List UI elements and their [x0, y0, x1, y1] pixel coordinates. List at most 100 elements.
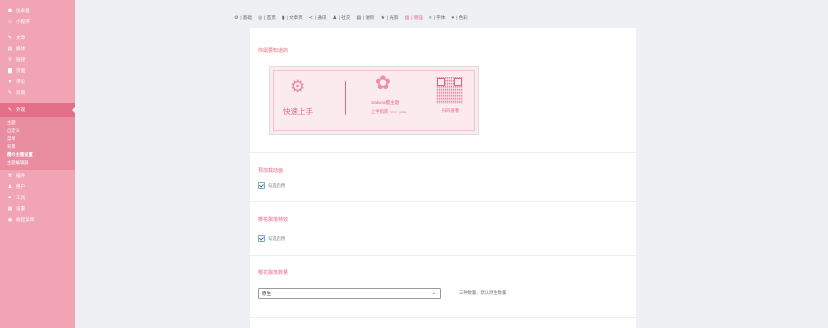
preload-checkbox[interactable]: [258, 182, 265, 189]
sidebar-item-label: 链接: [16, 56, 26, 62]
sakura-effect-checkbox-row[interactable]: 勾选启用: [258, 235, 285, 242]
section-title-sakura-count: 樱花飘落数量: [258, 270, 289, 276]
sidebar-item-label: 反馈: [16, 89, 26, 95]
tab-enhance[interactable]: ▥ | 增强: [405, 15, 423, 21]
admin-sidebar: ☗ 仪表盘 ◇ 小程序 ✎ 文章 ▤ 媒体 ⚲ 链接 ▇ 页面 ▼ 评论 ✎ 反…: [0, 0, 76, 328]
tab-basic[interactable]: ⚙ | 基础: [234, 15, 252, 21]
options-tab-bar: ⚙ | 基础 ◎ | 首页 ▮ | 文章页 ≺ | 通讯 ♟ | 社交 ▤ | …: [234, 15, 474, 21]
submenu-item-menus[interactable]: 菜单: [0, 135, 75, 143]
banner-brand-text: Sakura樱主题: [371, 100, 400, 105]
font-icon: ≡: [428, 15, 432, 21]
sidebar-item-label: 媒体: [16, 45, 26, 51]
page-icon: ▇: [8, 67, 12, 74]
sidebar-item-pages[interactable]: ▇ 页面: [0, 65, 75, 76]
tab-color[interactable]: ♥ | 色彩: [451, 15, 468, 21]
submenu-item-theme-editor[interactable]: 主题编辑器: [0, 159, 75, 167]
sidebar-item-links[interactable]: ⚲ 链接: [0, 54, 75, 65]
select-hint: 三种数量，默认原生数量: [459, 290, 507, 295]
sakura-count-select[interactable]: 原生 ⌄: [258, 288, 441, 299]
comment-icon: ▼: [7, 78, 13, 85]
banner-start-text: 快速上手: [283, 107, 313, 116]
sidebar-item-label: 仪表盘: [16, 7, 30, 13]
tools-icon: ✒: [7, 194, 13, 201]
tab-label: | 字体: [433, 15, 446, 20]
sidebar-item-label: 收起菜单: [16, 216, 35, 222]
submenu-item-sakura-options[interactable]: 樱の主题设置: [0, 151, 75, 159]
tab-social[interactable]: ♟ | 社交: [332, 15, 350, 21]
tab-label: | 进阶: [362, 15, 375, 20]
tab-label: | 社交: [338, 15, 351, 20]
banner-divider: [345, 81, 346, 115]
article-icon: ▮: [281, 15, 285, 21]
appearance-submenu: 主题 自定义 菜单 背景 樱の主题设置 主题编辑器: [0, 117, 75, 170]
select-value: 原生: [262, 290, 272, 296]
submenu-item-background[interactable]: 背景: [0, 143, 75, 151]
gear-icon: ⚙: [234, 15, 239, 21]
tab-label: | 增强: [411, 15, 423, 20]
section-divider: [250, 317, 636, 318]
checkbox-label: 勾选启用: [268, 182, 286, 188]
submenu-item-customize[interactable]: 自定义: [0, 127, 75, 135]
banner-subtitle-main: 上手指南: [371, 109, 389, 114]
tab-advanced[interactable]: ▤ | 进阶: [356, 15, 374, 21]
media-icon: ▤: [7, 45, 13, 52]
sidebar-item-dashboard[interactable]: ☗ 仪表盘: [0, 5, 75, 16]
sidebar-item-label: 用户: [16, 183, 26, 189]
star-icon: ★: [380, 15, 385, 21]
tab-label: | 文章页: [286, 15, 303, 20]
quickstart-banner[interactable]: ⚙ 快速上手 ✿ Sakura樱主题 上手指南 V3.0 · guide 扫码查看: [269, 66, 479, 135]
tab-communication[interactable]: ≺ | 通讯: [309, 15, 327, 21]
tab-label: | 基础: [240, 15, 252, 20]
miniprogram-icon: ◇: [8, 18, 12, 25]
section-divider: [250, 152, 636, 153]
section-title-notice: 你需要知道的: [258, 48, 289, 54]
link-icon: ⚲: [8, 56, 12, 63]
tab-label: | 首页: [264, 15, 276, 20]
section-title-sakura-effect: 樱花飘落特效: [258, 217, 289, 223]
sidebar-item-settings[interactable]: ▦ 设置: [0, 203, 75, 214]
qr-code-icon: [436, 77, 463, 104]
color-icon: ♥: [451, 15, 455, 21]
sidebar-item-appearance[interactable]: ✎ 外观: [0, 103, 76, 117]
sidebar-item-comments[interactable]: ▼ 评论: [0, 76, 75, 87]
sidebar-item-miniprogram[interactable]: ◇ 小程序: [0, 16, 75, 27]
tab-light[interactable]: ★ | 光影: [381, 15, 399, 21]
sidebar-item-label: 页面: [16, 67, 26, 73]
tab-home[interactable]: ◎ | 首页: [258, 15, 276, 21]
sidebar-item-media[interactable]: ▤ 媒体: [0, 43, 75, 54]
sidebar-item-tools[interactable]: ✒ 工具: [0, 192, 75, 203]
submenu-item-themes[interactable]: 主题: [0, 119, 75, 127]
grid-icon: ▥: [404, 15, 410, 21]
preload-checkbox-row[interactable]: 勾选启用: [258, 182, 285, 189]
banner-subtitle: 上手指南 V3.0 · guide: [371, 109, 406, 115]
section-divider: [250, 201, 636, 202]
banner-qr-text: 扫码查看: [442, 108, 460, 113]
sidebar-item-label: 设置: [16, 205, 26, 211]
section-title-preload: 预加载动画: [258, 168, 284, 174]
sidebar-item-label: 文章: [16, 34, 26, 40]
section-divider: [250, 255, 636, 256]
tab-font[interactable]: ≡ | 字体: [429, 15, 445, 21]
sidebar-item-plugins[interactable]: ⚒ 插件: [0, 170, 75, 181]
sidebar-item-collapse[interactable]: ◉ 收起菜单: [0, 214, 75, 225]
gear-icon: ⚙: [290, 77, 306, 96]
active-indicator: [72, 106, 76, 114]
share-icon: ≺: [308, 15, 313, 21]
plugin-icon: ⚒: [7, 172, 13, 179]
tab-label: | 光影: [386, 15, 399, 20]
sidebar-item-users[interactable]: ♟ 用户: [0, 181, 75, 192]
sidebar-item-posts[interactable]: ✎ 文章: [0, 32, 75, 43]
feedback-icon: ✎: [7, 89, 13, 96]
sidebar-item-feedback[interactable]: ✎ 反馈: [0, 87, 75, 98]
sakura-flower-icon: ✿: [375, 73, 391, 94]
chevron-down-icon: ⌄: [431, 290, 436, 296]
dashboard-icon: ☗: [7, 7, 13, 14]
checkbox-label: 勾选启用: [268, 235, 286, 241]
sakura-effect-checkbox[interactable]: [258, 235, 265, 242]
tab-label: | 通讯: [314, 15, 327, 20]
sidebar-item-label: 工具: [16, 194, 26, 200]
banner-subtitle-small: V3.0 · guide: [390, 110, 407, 114]
sidebar-item-label: 小程序: [16, 18, 30, 24]
tab-article[interactable]: ▮ | 文章页: [282, 15, 303, 21]
advanced-icon: ▤: [356, 15, 361, 21]
